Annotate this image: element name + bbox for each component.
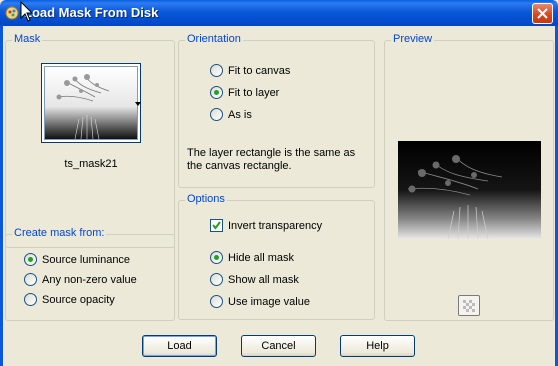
radio-label: Show all mask	[228, 273, 299, 286]
radio-hide-all-mask[interactable]: Hide all mask	[210, 251, 294, 264]
orientation-note: The layer rectangle is the same as the c…	[187, 147, 356, 172]
radio-label: Use image value	[228, 295, 310, 308]
radio-source-opacity[interactable]: Source opacity	[24, 293, 115, 306]
invert-transparency-checkbox[interactable]: Invert transparency	[210, 219, 322, 232]
radio-button[interactable]	[210, 86, 223, 99]
cancel-button[interactable]: Cancel	[241, 335, 316, 357]
preview-image	[398, 141, 541, 239]
radio-label: Source luminance	[42, 253, 131, 266]
radio-label: Source opacity	[42, 293, 115, 306]
options-group: Options Invert transparency Hide all mas…	[178, 193, 375, 320]
radio-fit-to-canvas[interactable]: Fit to canvas	[210, 64, 290, 77]
radio-label: Any non-zero value	[42, 273, 137, 286]
radio-button[interactable]	[24, 293, 37, 306]
checkbox[interactable]	[210, 219, 223, 232]
mask-name: ts_mask21	[64, 158, 118, 170]
create-mask-from-label: Create mask from:	[12, 227, 107, 239]
radio-label: Fit to canvas	[228, 64, 291, 77]
preview-group: Preview	[384, 33, 554, 321]
radio-label: Fit to layer	[228, 86, 280, 99]
radio-button[interactable]	[210, 295, 223, 308]
radio-fit-to-layer[interactable]: Fit to layer	[210, 86, 279, 99]
window-title: Load Mask From Disk	[24, 5, 159, 20]
close-icon	[537, 8, 548, 19]
mask-thumbnail	[44, 66, 138, 140]
radio-any-non-zero[interactable]: Any non-zero value	[24, 273, 137, 286]
mask-group: Mask ts_mask21	[5, 33, 175, 248]
preview-label: Preview	[391, 33, 435, 45]
orientation-group: Orientation Fit to canvas Fit to layer A…	[178, 33, 375, 188]
radio-button[interactable]	[24, 253, 37, 266]
radio-show-all-mask[interactable]: Show all mask	[210, 273, 299, 286]
checkbox-label: Invert transparency	[228, 219, 323, 232]
create-mask-from-group: Create mask from: Source luminance Any n…	[5, 227, 175, 321]
radio-source-luminance[interactable]: Source luminance	[24, 253, 130, 266]
radio-button[interactable]	[210, 273, 223, 286]
preview-toggle-icon	[463, 299, 475, 312]
checkmark-icon	[212, 221, 221, 230]
dialog-body: Mask ts_mask21 Create mask from: Source …	[3, 26, 555, 366]
mask-group-label: Mask	[12, 33, 43, 45]
radio-button[interactable]	[210, 251, 223, 264]
help-button[interactable]: Help	[340, 335, 415, 357]
preview-toggle-button[interactable]	[458, 295, 480, 316]
radio-button[interactable]	[210, 64, 223, 77]
load-button[interactable]: Load	[142, 335, 217, 357]
dropdown-arrow-icon	[135, 102, 141, 106]
radio-button[interactable]	[210, 108, 223, 121]
orientation-label: Orientation	[185, 33, 243, 45]
mask-selector[interactable]	[41, 63, 141, 143]
radio-button[interactable]	[24, 273, 37, 286]
close-button[interactable]	[532, 3, 553, 24]
radio-as-is[interactable]: As is	[210, 108, 252, 121]
options-label: Options	[185, 193, 227, 205]
app-icon	[5, 6, 19, 20]
radio-use-image-value[interactable]: Use image value	[210, 295, 310, 308]
title-bar: Load Mask From Disk	[0, 0, 558, 26]
radio-label: Hide all mask	[228, 251, 295, 264]
radio-label: As is	[228, 108, 252, 121]
cursor-icon	[20, 1, 34, 22]
